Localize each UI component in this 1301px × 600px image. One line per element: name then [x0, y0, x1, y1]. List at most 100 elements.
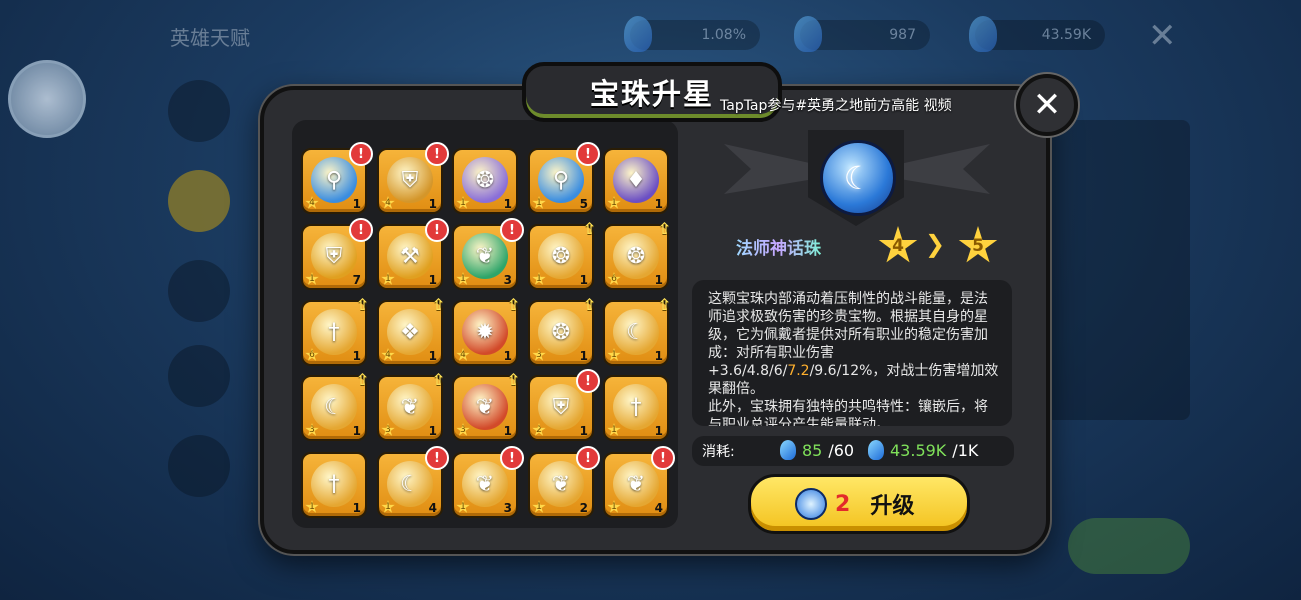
orb-slot[interactable]: † 1 1: [301, 452, 367, 518]
orb-slot[interactable]: ❦ 1 3!: [452, 446, 524, 518]
orb-count: 1: [503, 349, 512, 363]
butterfly-icon: ❦: [387, 384, 433, 430]
orb-count: 1: [654, 273, 663, 287]
star-level-icon: 2: [532, 423, 546, 436]
background-close-icon: ✕: [1148, 16, 1177, 56]
side-menu-icon[interactable]: [168, 260, 230, 322]
star-level-icon: 1: [607, 348, 621, 361]
alert-badge-icon: !: [651, 446, 675, 470]
resource-pill-3: 43.59K: [969, 16, 1105, 52]
side-menu-icon[interactable]: [168, 435, 230, 497]
crystal-icon: [868, 440, 884, 460]
orb-slot[interactable]: ⚲ 4 1!: [301, 142, 373, 214]
orb-count: 1: [428, 197, 437, 211]
orb-description: 这颗宝珠内部涌动着压制性的战斗能量，是法师追求极致伤害的珍贵宝物。根据其自身的星…: [708, 291, 999, 426]
star-level-icon: 1: [607, 423, 621, 436]
orb-slot[interactable]: ⚲ 1 5!: [528, 142, 600, 214]
orb-description-box[interactable]: 这颗宝珠内部涌动着压制性的战斗能量，是法师追求极致伤害的珍贵宝物。根据其自身的星…: [692, 280, 1012, 426]
upgradable-icon: ⇧: [355, 370, 369, 389]
upgrade-button[interactable]: 2 升级: [748, 474, 970, 534]
gem-icon: [794, 16, 822, 52]
orb-count: 3: [503, 273, 512, 287]
orb-count: 1: [428, 424, 437, 438]
sword-icon: †: [613, 384, 659, 430]
star-level-icon: 1: [532, 272, 546, 285]
star-level-icon: 1: [607, 500, 621, 513]
orb-slot[interactable]: ☾ 1 1 ⇧: [603, 295, 671, 366]
side-menu-icon[interactable]: [168, 345, 230, 407]
alert-badge-icon: !: [349, 142, 373, 166]
orb-slot[interactable]: ❂ 1 1: [452, 148, 518, 214]
orb-count: 1: [579, 349, 588, 363]
arrow-right-icon: ❯: [925, 230, 946, 258]
orb-slot[interactable]: ❦ 1 2!: [528, 446, 600, 518]
hammer-icon: ⚒: [387, 233, 433, 279]
butterfly-icon: ❦: [462, 461, 508, 507]
player-avatar[interactable]: [8, 60, 86, 138]
alert-badge-icon: !: [500, 218, 524, 242]
butterfly-icon: ❦: [613, 461, 659, 507]
orb-count: 1: [352, 501, 361, 515]
orb-slot[interactable]: ✹ 4 1 ⇧: [452, 295, 520, 366]
side-menu-icon[interactable]: [168, 170, 230, 232]
upgradable-icon: ⇧: [582, 295, 596, 314]
orb-slot[interactable]: † 1 1: [603, 375, 669, 441]
wing-right-decoration: [900, 144, 990, 194]
upgradable-icon: ⇧: [657, 295, 671, 314]
orb-slot[interactable]: ⚒ 1 1!: [377, 218, 449, 290]
alert-badge-icon: !: [425, 446, 449, 470]
orb-count: 1: [579, 273, 588, 287]
orb-count: 4: [428, 501, 437, 515]
upgradable-icon: ⇧: [582, 219, 596, 238]
side-menu-icon[interactable]: [168, 80, 230, 142]
crescent-icon: ☾: [311, 384, 357, 430]
orb-count: 1: [654, 349, 663, 363]
crescent-icon: ☾: [387, 461, 433, 507]
orb-slot[interactable]: ❦ 1 4!: [603, 446, 675, 518]
cost-label: 消耗:: [702, 444, 735, 460]
star-level-icon: 1: [532, 500, 546, 513]
star-level-icon: 4: [456, 348, 470, 361]
upgradable-icon: ⇧: [431, 370, 445, 389]
butterfly-icon: ❦: [462, 384, 508, 430]
orb-slot[interactable]: ❖ 4 1 ⇧: [377, 295, 445, 366]
orb-slot[interactable]: † 6 1 ⇧: [301, 295, 369, 366]
orb-slot[interactable]: ☾ 1 4!: [377, 446, 449, 518]
selected-orb-name: 法师神话珠: [736, 234, 821, 259]
orb-slot[interactable]: ❦ 1 3!: [452, 218, 524, 290]
sword-icon: †: [311, 461, 357, 507]
alert-badge-icon: !: [576, 446, 600, 470]
star-level-icon: 3: [532, 348, 546, 361]
shield-icon: ⛨: [538, 384, 584, 430]
orb-slot[interactable]: ⛨ 2 1!: [528, 369, 600, 441]
star-level-icon: 3: [456, 423, 470, 436]
orb-count: 5: [579, 197, 588, 211]
cost-item-2: 43.59K/1K: [868, 440, 978, 460]
orb-slot[interactable]: ❦ 3 1 ⇧: [377, 370, 445, 441]
crescent-icon: ☾: [613, 309, 659, 355]
orb-slot[interactable]: ☾ 3 1 ⇧: [301, 370, 369, 441]
orb-count: 3: [503, 501, 512, 515]
orb-slot[interactable]: ❦ 3 1 ⇧: [452, 370, 520, 441]
orb-currency-icon: [795, 488, 827, 520]
alert-badge-icon: !: [500, 446, 524, 470]
orb-grid: ⚲ 4 1! ⛨ 4 1! ❂ 1 1 ⚲ 1 5! ♦ 1 1 ⛨ 1 7! ⚒ 1 1! ❦ 1 3! ❂ 1 1 ⇧ ❂ 6 1 ⇧ † 6…: [292, 120, 678, 528]
orb-count: 1: [654, 424, 663, 438]
close-button[interactable]: ✕: [1016, 74, 1078, 136]
star-level-icon: 6: [607, 272, 621, 285]
staff-icon: ⚲: [311, 157, 357, 203]
orb-slot[interactable]: ♦ 1 1: [603, 148, 669, 214]
upgradable-icon: ⇧: [506, 370, 520, 389]
star-level-icon: 1: [381, 500, 395, 513]
orb-count: 7: [352, 273, 361, 287]
star-level-icon: 3: [381, 423, 395, 436]
orb-slot[interactable]: ❂ 3 1 ⇧: [528, 295, 596, 366]
swirl-icon: ❂: [462, 157, 508, 203]
orb-slot[interactable]: ❂ 1 1 ⇧: [528, 219, 596, 290]
star-level-icon: 4: [305, 196, 319, 209]
upgradable-icon: ⇧: [657, 219, 671, 238]
orb-slot[interactable]: ⛨ 1 7!: [301, 218, 373, 290]
orb-count: 1: [579, 424, 588, 438]
orb-slot[interactable]: ❂ 6 1 ⇧: [603, 219, 671, 290]
orb-slot[interactable]: ⛨ 4 1!: [377, 142, 449, 214]
